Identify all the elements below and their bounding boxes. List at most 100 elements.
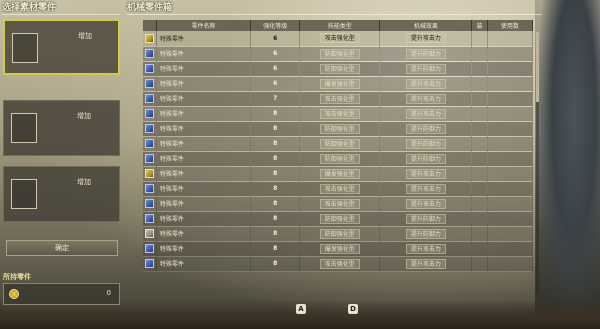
part-icon-cell bbox=[143, 151, 157, 167]
table-row[interactable]: 特殊零件 6 爆发强化型 提升攻击力 bbox=[143, 76, 534, 92]
part-type-cell: 攻击强化型 bbox=[299, 181, 381, 197]
part-effect-cell: 提升攻击力 bbox=[379, 31, 473, 47]
part-icon-cell bbox=[143, 121, 157, 137]
part-used bbox=[487, 151, 534, 167]
part-name: 特殊零件 bbox=[156, 31, 252, 47]
part-type: 攻击强化型 bbox=[319, 183, 360, 194]
part-level: 8 bbox=[250, 151, 301, 167]
part-level: 7 bbox=[250, 91, 301, 107]
material-slot-2[interactable]: 增加 bbox=[3, 100, 120, 156]
main-panel-title: 机械零件箱 bbox=[127, 1, 542, 15]
header-used[interactable]: 使用数 bbox=[487, 20, 534, 31]
part-type: 爆发强化型 bbox=[319, 168, 360, 179]
table-row[interactable]: 特殊零件 8 攻击强化型 提升攻击力 bbox=[143, 196, 534, 212]
part-used bbox=[487, 106, 534, 122]
table-row[interactable]: 特殊零件 7 攻击强化型 提升攻击力 bbox=[143, 91, 534, 107]
part-type-cell: 攻击强化型 bbox=[299, 31, 381, 47]
table-row[interactable]: 特殊零件 6 防御强化型 提升防御力 bbox=[143, 46, 534, 62]
header-name[interactable]: 零件名称 bbox=[156, 20, 252, 31]
part-type: 防御强化型 bbox=[319, 48, 360, 59]
part-effect: 提升攻击力 bbox=[405, 258, 446, 269]
table-row[interactable]: 特殊零件 8 爆发强化型 提升攻击力 bbox=[143, 166, 534, 182]
part-name: 特殊零件 bbox=[156, 121, 252, 137]
table-row[interactable]: 特殊零件 8 防御强化型 提升防御力 bbox=[143, 151, 534, 167]
table-row[interactable]: 特殊零件 8 爆发强化型 提升攻击力 bbox=[143, 241, 534, 257]
part-icon bbox=[144, 79, 154, 88]
part-effect: 提升防御力 bbox=[405, 153, 446, 164]
part-effect-cell: 提升防御力 bbox=[379, 46, 473, 62]
table-row[interactable]: 特殊零件 6 攻击强化型 提升攻击力 bbox=[143, 31, 534, 47]
part-equipped bbox=[471, 61, 488, 77]
part-name: 特殊零件 bbox=[156, 196, 252, 212]
part-name: 特殊零件 bbox=[156, 241, 252, 257]
part-icon-cell bbox=[143, 106, 157, 122]
part-level: 8 bbox=[250, 136, 301, 152]
part-icon bbox=[144, 33, 154, 43]
part-level: 8 bbox=[250, 226, 301, 242]
part-effect: 提升攻击力 bbox=[405, 93, 446, 104]
table-row[interactable]: 特殊零件 8 防御强化型 提升防御力 bbox=[143, 211, 534, 227]
table-row[interactable]: 特殊零件 8 攻击强化型 提升攻击力 bbox=[143, 106, 534, 122]
part-type: 攻击强化型 bbox=[319, 93, 360, 104]
table-row[interactable]: 特殊零件 8 防御强化型 提升防御力 bbox=[143, 121, 534, 137]
part-level: 6 bbox=[250, 46, 301, 62]
table-header: 零件名称 强化等级 技能类型 机械效果 装 使用数 bbox=[143, 20, 534, 31]
table-row[interactable]: 特殊零件 8 攻击强化型 提升攻击力 bbox=[143, 181, 534, 197]
part-name: 特殊零件 bbox=[156, 166, 252, 182]
part-type: 爆发强化型 bbox=[319, 243, 360, 254]
part-level: 6 bbox=[250, 61, 301, 77]
part-effect: 提升攻击力 bbox=[405, 78, 446, 89]
part-name: 特殊零件 bbox=[156, 181, 252, 197]
slot-frame bbox=[11, 179, 37, 209]
part-type: 防御强化型 bbox=[319, 123, 360, 134]
part-name: 特殊零件 bbox=[156, 61, 252, 77]
parts-table: 零件名称 强化等级 技能类型 机械效果 装 使用数 特殊零件 6 攻击强化型 提升攻击… bbox=[143, 20, 534, 272]
part-type-cell: 防御强化型 bbox=[299, 121, 381, 137]
table-row[interactable]: 特殊零件 8 攻击强化型 提升攻击力 bbox=[143, 256, 534, 272]
part-equipped bbox=[471, 136, 488, 152]
table-row[interactable]: 特殊零件 8 防御强化型 提升防御力 bbox=[143, 226, 534, 242]
part-effect-cell: 提升攻击力 bbox=[379, 106, 473, 122]
part-used bbox=[487, 46, 534, 62]
part-level: 8 bbox=[250, 196, 301, 212]
part-equipped bbox=[471, 166, 488, 182]
part-effect: 提升防御力 bbox=[405, 138, 446, 149]
part-level: 8 bbox=[250, 166, 301, 182]
part-name: 特殊零件 bbox=[156, 211, 252, 227]
header-equipped[interactable]: 装 bbox=[471, 20, 488, 31]
confirm-button[interactable]: 确定 bbox=[6, 240, 118, 256]
table-row[interactable]: 特殊零件 6 防御强化型 提升防御力 bbox=[143, 61, 534, 77]
part-name: 特殊零件 bbox=[156, 46, 252, 62]
part-icon-cell bbox=[143, 46, 157, 62]
part-effect-cell: 提升防御力 bbox=[379, 61, 473, 77]
header-effect[interactable]: 机械效果 bbox=[379, 20, 473, 31]
header-type[interactable]: 技能类型 bbox=[299, 20, 381, 31]
table-row[interactable]: 特殊零件 8 防御强化型 提升防御力 bbox=[143, 136, 534, 152]
part-icon bbox=[144, 49, 154, 58]
slot-frame bbox=[11, 113, 37, 143]
parts-table-body: 特殊零件 6 攻击强化型 提升攻击力 特殊零件 6 防御强化型 提升防御力 特殊零件 6 防御强化型… bbox=[143, 31, 534, 272]
part-equipped bbox=[471, 106, 488, 122]
part-used bbox=[487, 121, 534, 137]
header-level[interactable]: 强化等级 bbox=[250, 20, 301, 31]
part-effect-cell: 提升攻击力 bbox=[379, 166, 473, 182]
slot-label: 增加 bbox=[78, 32, 92, 40]
scrollbar-thumb[interactable] bbox=[536, 32, 539, 102]
part-used bbox=[487, 166, 534, 182]
part-effect: 提升攻击力 bbox=[405, 108, 446, 119]
part-name: 特殊零件 bbox=[156, 106, 252, 122]
part-used bbox=[487, 91, 534, 107]
part-effect-cell: 提升防御力 bbox=[379, 211, 473, 227]
part-effect-cell: 提升攻击力 bbox=[379, 181, 473, 197]
part-name: 特殊零件 bbox=[156, 256, 252, 272]
part-equipped bbox=[471, 196, 488, 212]
scrollbar[interactable] bbox=[536, 32, 539, 294]
part-type-cell: 防御强化型 bbox=[299, 226, 381, 242]
part-effect: 提升攻击力 bbox=[405, 33, 446, 44]
material-slot-1[interactable]: 增加 bbox=[3, 19, 120, 75]
part-icon-cell bbox=[143, 136, 157, 152]
part-type: 防御强化型 bbox=[319, 153, 360, 164]
part-effect-cell: 提升攻击力 bbox=[379, 241, 473, 257]
slot-label: 增加 bbox=[77, 178, 91, 186]
material-slot-3[interactable]: 增加 bbox=[3, 166, 120, 222]
